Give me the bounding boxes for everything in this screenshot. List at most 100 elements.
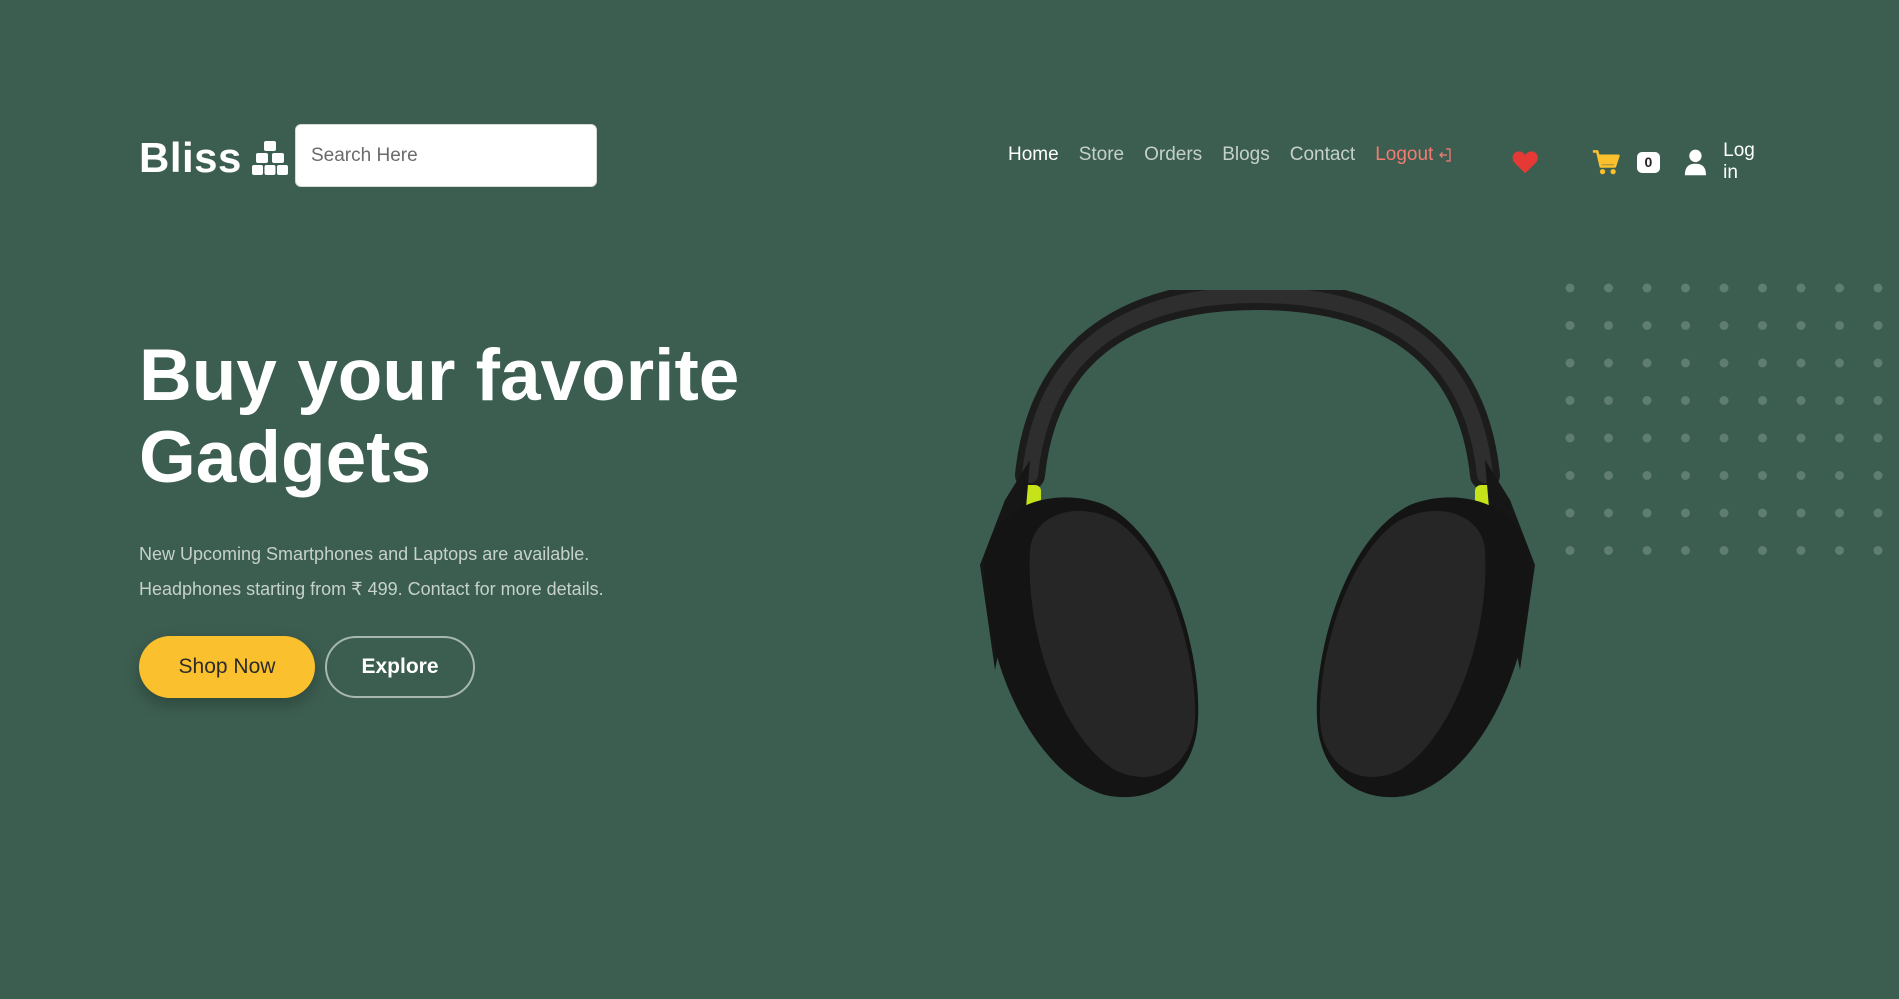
decor-dot — [1758, 546, 1767, 555]
header-actions: 0 Log in — [1512, 140, 1769, 184]
hero-desc-line1: New Upcoming Smartphones and Laptops are… — [139, 544, 590, 564]
decor-dot — [1719, 396, 1729, 405]
nav-home[interactable]: Home — [1008, 144, 1059, 166]
logout-label: Logout — [1375, 144, 1434, 165]
decor-dot — [1758, 358, 1767, 368]
decor-dot — [1565, 396, 1575, 405]
decor-dot — [1719, 321, 1729, 330]
hero-title: Buy your favorite Gadgets — [139, 335, 859, 499]
hero-description: New Upcoming Smartphones and Laptops are… — [139, 537, 739, 607]
decor-dot — [1758, 283, 1767, 293]
decor-dot — [1835, 358, 1844, 368]
decor-dot — [1681, 433, 1690, 443]
decor-dot — [1604, 283, 1613, 293]
decor-dot — [1873, 508, 1883, 518]
decor-dot — [1681, 358, 1690, 368]
hero-title-line2: Gadgets — [139, 417, 432, 498]
decor-dot — [1642, 396, 1652, 405]
nav-blogs[interactable]: Blogs — [1222, 144, 1270, 166]
shop-now-button[interactable]: Shop Now — [139, 636, 315, 698]
decorative-dots — [1565, 283, 1883, 555]
decor-dot — [1604, 433, 1613, 443]
decor-dot — [1873, 471, 1883, 480]
decor-dot — [1873, 433, 1883, 443]
nav-logout[interactable]: Logout — [1375, 144, 1452, 166]
decor-dot — [1565, 358, 1575, 368]
decor-dot — [1565, 546, 1575, 555]
decor-dot — [1642, 471, 1652, 480]
decor-dot — [1642, 433, 1652, 443]
decor-dot — [1604, 358, 1613, 368]
decor-dot — [1719, 471, 1729, 480]
cart-icon[interactable] — [1592, 147, 1621, 177]
decor-dot — [1835, 471, 1844, 480]
decor-dot — [1642, 358, 1652, 368]
decor-dot — [1796, 433, 1806, 443]
decor-dot — [1642, 546, 1652, 555]
main-nav: Home Store Orders Blogs Contact Logout — [1008, 144, 1472, 166]
hero-title-line1: Buy your favorite — [139, 335, 740, 416]
decor-dot — [1835, 396, 1844, 405]
decor-dot — [1873, 396, 1883, 405]
decor-dot — [1604, 546, 1613, 555]
decor-dot — [1719, 358, 1729, 368]
decor-dot — [1758, 471, 1767, 480]
heart-icon[interactable] — [1512, 148, 1538, 176]
search-input[interactable] — [295, 124, 597, 187]
decor-dot — [1681, 283, 1690, 293]
decor-dot — [1796, 358, 1806, 368]
decor-dot — [1604, 321, 1613, 330]
decor-dot — [1873, 358, 1883, 368]
landing-page: Bliss Home Store Orders Blogs Contact Lo… — [0, 0, 1899, 999]
decor-dot — [1604, 508, 1613, 518]
decor-dot — [1719, 546, 1729, 555]
decor-dot — [1604, 471, 1613, 480]
cart-count-badge: 0 — [1636, 151, 1661, 173]
explore-button[interactable]: Explore — [325, 636, 475, 698]
decor-dot — [1719, 433, 1729, 443]
boxes-icon — [251, 141, 288, 175]
hero-desc-line2: Headphones starting from ₹ 499. Contact … — [139, 579, 604, 599]
decor-dot — [1796, 283, 1806, 293]
decor-dot — [1719, 508, 1729, 518]
decor-dot — [1873, 283, 1883, 293]
decor-dot — [1642, 321, 1652, 330]
decor-dot — [1681, 508, 1690, 518]
decor-dot — [1565, 471, 1575, 480]
decor-dot — [1835, 283, 1844, 293]
decor-dot — [1719, 283, 1729, 293]
nav-store[interactable]: Store — [1079, 144, 1124, 166]
decor-dot — [1604, 396, 1613, 405]
decor-dot — [1565, 433, 1575, 443]
login-link[interactable]: Log in — [1723, 140, 1769, 184]
nav-orders[interactable]: Orders — [1144, 144, 1202, 166]
decor-dot — [1565, 321, 1575, 330]
decor-dot — [1835, 433, 1844, 443]
decor-dot — [1565, 283, 1575, 293]
decor-dot — [1796, 471, 1806, 480]
decor-dot — [1796, 396, 1806, 405]
decor-dot — [1681, 396, 1690, 405]
decor-dot — [1835, 508, 1844, 518]
decor-dot — [1642, 508, 1652, 518]
user-icon[interactable] — [1684, 147, 1707, 177]
nav-contact[interactable]: Contact — [1290, 144, 1355, 166]
brand-name: Bliss — [139, 134, 242, 181]
decor-dot — [1758, 433, 1767, 443]
decor-dot — [1681, 321, 1690, 330]
decor-dot — [1835, 546, 1844, 555]
site-header: Bliss Home Store Orders Blogs Contact Lo… — [139, 124, 1759, 188]
decor-dot — [1642, 283, 1652, 293]
decor-dot — [1835, 321, 1844, 330]
decor-dot — [1681, 546, 1690, 555]
brand-logo[interactable]: Bliss — [139, 134, 288, 182]
decor-dot — [1758, 321, 1767, 330]
decor-dot — [1796, 508, 1806, 518]
decor-dot — [1796, 546, 1806, 555]
sign-out-icon — [1439, 148, 1451, 162]
headphones-image — [980, 290, 1535, 798]
decor-dot — [1873, 321, 1883, 330]
decor-dot — [1681, 471, 1690, 480]
decor-dot — [1873, 546, 1883, 555]
decor-dot — [1758, 508, 1767, 518]
